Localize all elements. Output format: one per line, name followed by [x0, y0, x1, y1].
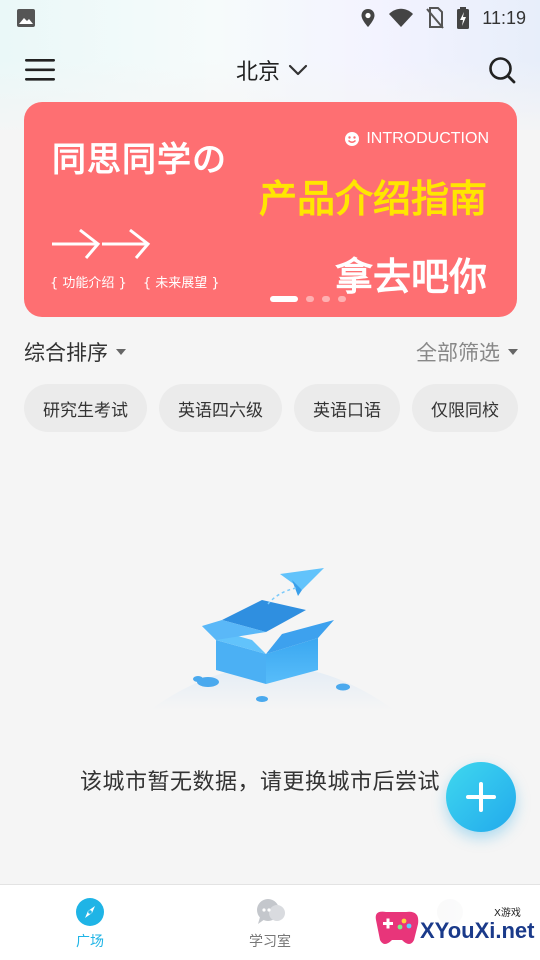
- carousel-indicator: [24, 296, 517, 302]
- smiley-icon: [345, 132, 360, 146]
- category-chips: 研究生考试 英语四六级 英语口语 仅限同校: [24, 384, 540, 432]
- double-arrow-icon: [52, 228, 151, 259]
- no-sim-icon: [426, 7, 445, 29]
- sort-bar: 综合排序 全部筛选: [24, 334, 518, 370]
- caret-down-icon: [508, 349, 518, 355]
- tab-study-room[interactable]: 学习室: [180, 885, 360, 960]
- city-name: 北京: [235, 60, 280, 85]
- chip-postgraduate[interactable]: 研究生考试: [24, 384, 147, 432]
- filter-label: 全部筛选: [416, 341, 500, 365]
- carousel-dot[interactable]: [305, 296, 314, 302]
- status-bar: 11:19: [0, 0, 540, 36]
- empty-state-message: 该城市暂无数据，请更换城市后尝试: [80, 770, 441, 795]
- banner-tag: { 未来展望 }: [142, 276, 220, 291]
- chip-same-school[interactable]: 仅限同校: [412, 384, 518, 432]
- banner-highlight: 产品介绍指南: [258, 177, 487, 221]
- location-icon: [361, 9, 375, 27]
- tab-label: 广场: [76, 934, 104, 950]
- chevron-down-icon: [288, 64, 308, 76]
- carousel-dot-active[interactable]: [269, 296, 298, 302]
- banner-intro: INTRODUCTION: [344, 130, 489, 148]
- wifi-icon: [389, 8, 414, 27]
- banner-intro-label: INTRODUCTION: [366, 130, 489, 147]
- filter-dropdown[interactable]: 全部筛选: [416, 337, 518, 367]
- add-post-button[interactable]: [446, 762, 516, 832]
- chip-oral-english[interactable]: 英语口语: [294, 384, 400, 432]
- carousel-dot[interactable]: [321, 296, 330, 302]
- search-icon[interactable]: [488, 56, 516, 84]
- banner-tag: { 功能介绍 }: [50, 276, 127, 291]
- battery-charging-icon: [457, 7, 470, 29]
- city-selector[interactable]: 北京: [236, 54, 308, 86]
- app-header: 北京: [0, 46, 540, 94]
- watermark-small-text: X游戏: [494, 908, 521, 919]
- image-icon: [17, 9, 35, 27]
- banner-title: 同思同学の: [52, 140, 227, 180]
- chat-bubbles-icon: [257, 899, 285, 924]
- status-time: 11:19: [482, 7, 526, 28]
- tab-label: 学习室: [249, 934, 291, 950]
- sort-label: 综合排序: [24, 341, 108, 365]
- empty-box-illustration: [150, 568, 394, 710]
- chip-cet[interactable]: 英语四六级: [159, 384, 282, 432]
- plus-icon: [466, 782, 496, 812]
- promo-banner[interactable]: 同思同学の INTRODUCTION 产品介绍指南 { 功能介绍 } { 未来展…: [24, 102, 517, 317]
- banner-tags: { 功能介绍 } { 未来展望 }: [50, 272, 220, 291]
- menu-icon[interactable]: [24, 57, 56, 83]
- caret-down-icon: [116, 349, 126, 355]
- carousel-dot[interactable]: [337, 296, 346, 302]
- compass-icon: [76, 898, 104, 926]
- watermark-text: XYouXi.net: [420, 918, 535, 943]
- gamepad-logo-icon: [375, 911, 419, 944]
- sort-dropdown[interactable]: 综合排序: [24, 337, 126, 367]
- banner-bottom-text: 拿去吧你: [334, 255, 487, 299]
- tab-square[interactable]: 广场: [0, 885, 180, 960]
